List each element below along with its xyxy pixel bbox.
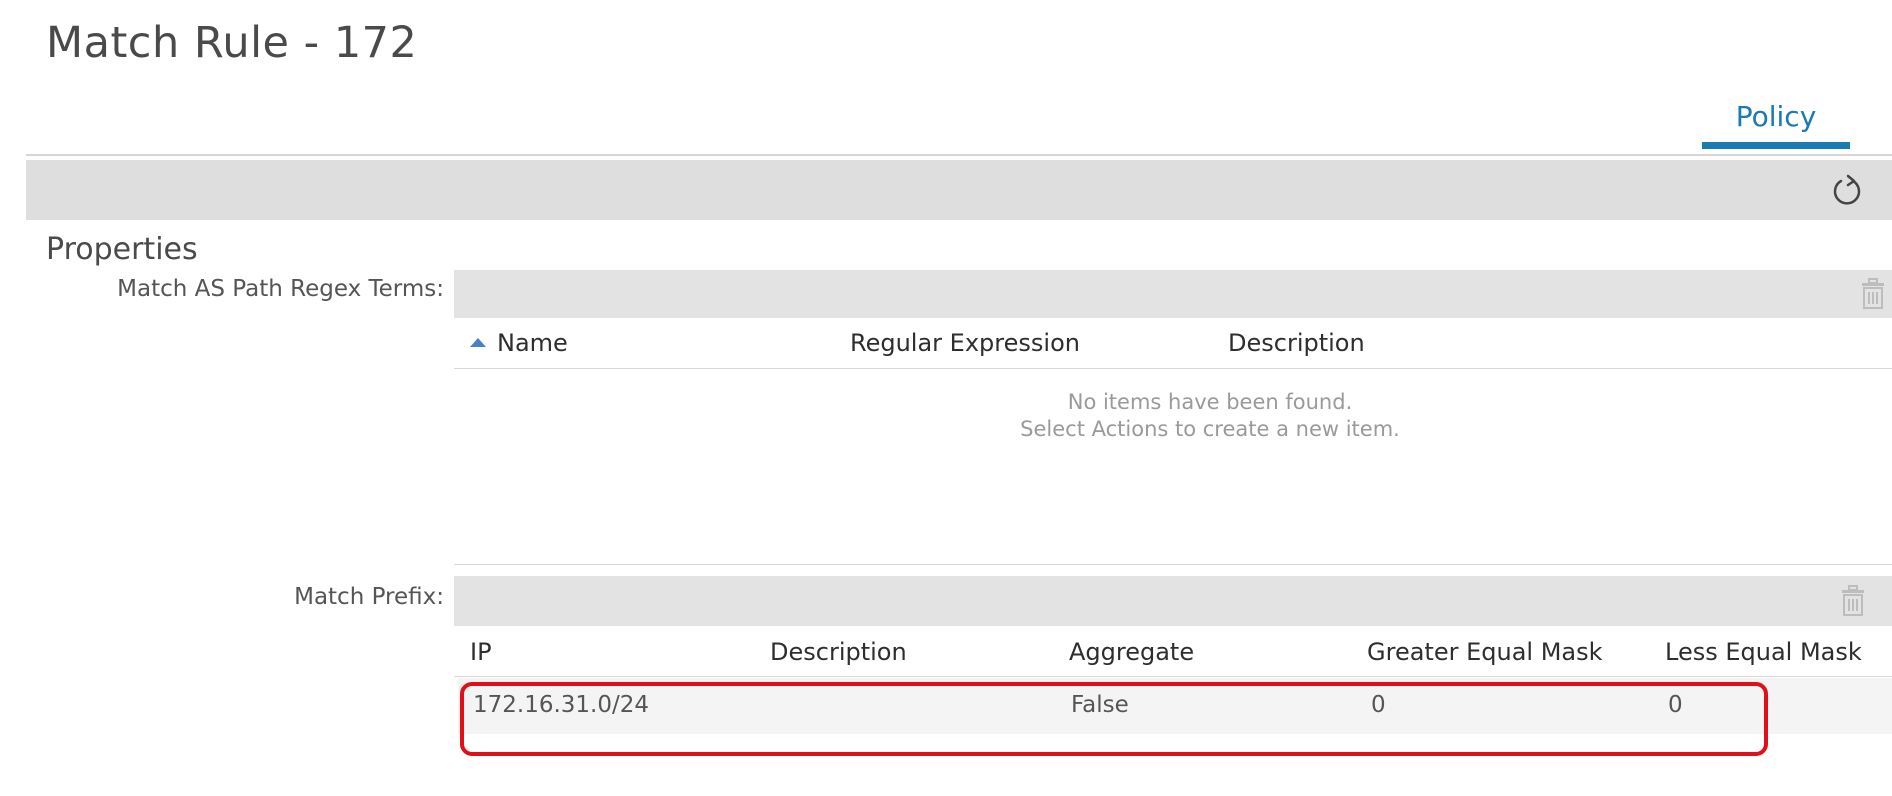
empty-state-line-1: No items have been found. [1067, 390, 1353, 414]
match-prefix-actions-bar [454, 576, 1892, 626]
column-header-ip[interactable]: IP [470, 638, 492, 666]
as-path-regex-label: Match AS Path Regex Terms: [117, 276, 444, 302]
match-rule-page: Match Rule - 172 Policy . Properties Mat… [0, 0, 1892, 796]
properties-heading: Properties [46, 232, 198, 267]
toolbar: . [26, 160, 1892, 220]
cell-aggregate: False [1071, 692, 1129, 718]
column-header-regular-expression[interactable]: Regular Expression [850, 329, 1080, 357]
cell-ip: 172.16.31.0/24 [473, 692, 650, 718]
column-header-description[interactable]: Description [770, 638, 907, 666]
tab-bar: Policy [26, 96, 1892, 156]
match-prefix-label: Match Prefix: [294, 584, 444, 610]
active-tab-indicator [1702, 142, 1850, 149]
cell-greater-equal-mask: 0 [1371, 692, 1386, 718]
column-header-aggregate[interactable]: Aggregate [1069, 638, 1194, 666]
refresh-icon[interactable] [1830, 174, 1864, 208]
trash-icon[interactable] [1858, 278, 1888, 310]
empty-state-message: No items have been found. Select Actions… [454, 389, 1892, 443]
header-divider [454, 368, 1892, 369]
page-title: Match Rule - 172 [46, 18, 418, 68]
sort-ascending-icon [470, 338, 486, 347]
column-header-greater-equal-mask[interactable]: Greater Equal Mask [1367, 638, 1603, 666]
header-divider [454, 676, 1892, 677]
tab-policy[interactable]: Policy [1702, 100, 1850, 148]
table-bottom-divider [454, 564, 1892, 565]
trash-icon[interactable] [1838, 585, 1868, 617]
table-row[interactable]: 172.16.31.0/24 False 0 0 [458, 678, 1892, 734]
column-header-name[interactable]: Name [497, 329, 568, 357]
column-header-less-equal-mask[interactable]: Less Equal Mask [1665, 638, 1862, 666]
column-header-description[interactable]: Description [1228, 329, 1365, 357]
as-path-regex-actions-bar [454, 270, 1892, 318]
cell-less-equal-mask: 0 [1668, 692, 1683, 718]
empty-state-line-2: Select Actions to create a new item. [1020, 417, 1400, 441]
